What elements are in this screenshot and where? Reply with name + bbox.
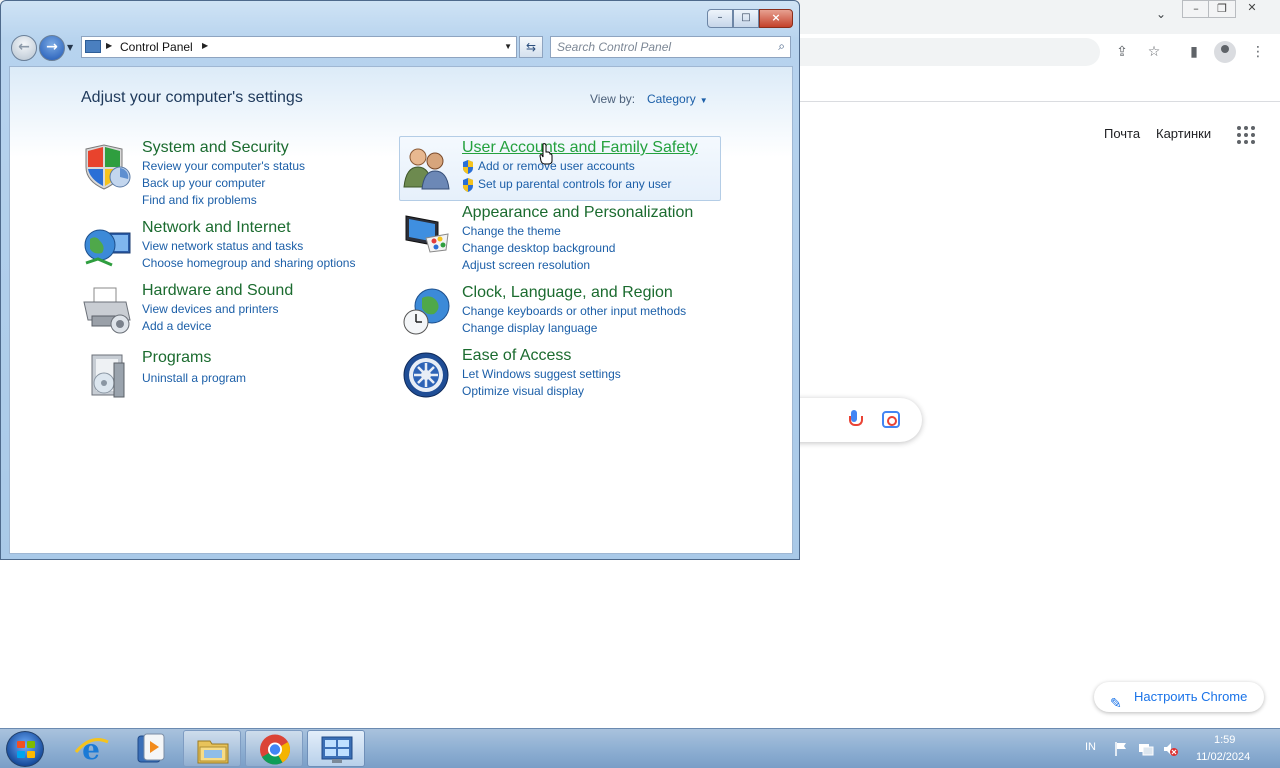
link-review-status[interactable]: Review your computer's status (142, 159, 305, 173)
refresh-button[interactable]: ⇆ (519, 36, 543, 58)
search-input[interactable]: Search Control Panel ⌕ (550, 36, 791, 58)
clock-time[interactable]: 1:59 (1214, 734, 1235, 746)
explorer-icon (197, 740, 229, 764)
link-devices-printers[interactable]: View devices and printers (142, 302, 279, 316)
chrome-icon (260, 734, 291, 765)
search-icon[interactable]: ⌕ (778, 39, 785, 54)
page-title: Adjust your computer's settings (81, 89, 303, 106)
bookmark-star-icon[interactable]: ☆ (1144, 42, 1164, 62)
users-icon (403, 148, 450, 190)
breadcrumb-separator-icon[interactable]: ▶ (202, 41, 208, 50)
share-icon[interactable]: ⇪ (1112, 42, 1132, 62)
maximize-button[interactable]: □ (733, 9, 759, 28)
chrome-menu-icon[interactable]: ⋮ (1248, 42, 1268, 62)
windows-logo-icon (17, 741, 35, 758)
chevron-down-icon: ▼ (699, 96, 708, 105)
link-network-status[interactable]: View network status and tasks (142, 239, 303, 253)
start-button[interactable] (6, 731, 44, 767)
volume-muted-icon[interactable] (1162, 741, 1178, 757)
forward-button[interactable]: → (39, 35, 65, 61)
link-desktop-background[interactable]: Change desktop background (462, 241, 615, 255)
media-player-icon (137, 733, 165, 763)
svg-text:e: e (82, 733, 100, 766)
hand-cursor-icon (539, 143, 553, 165)
search-placeholder: Search Control Panel (557, 40, 672, 54)
address-dropdown-icon[interactable]: ▼ (504, 42, 512, 51)
recent-pages-dropdown-icon[interactable]: ▼ (67, 43, 73, 52)
printer-icon (83, 287, 131, 334)
monitor-palette-icon (405, 215, 449, 253)
category-title[interactable]: Programs (142, 349, 211, 367)
category-title[interactable]: Ease of Access (462, 347, 571, 365)
link-windows-suggest[interactable]: Let Windows suggest settings (462, 367, 621, 381)
voice-search-icon[interactable] (848, 410, 863, 430)
chrome-restore-button[interactable]: ❐ (1208, 0, 1236, 18)
uac-shield-icon (463, 178, 473, 192)
breadcrumb-control-panel[interactable]: Control Panel (120, 40, 193, 54)
close-button[interactable]: × (759, 9, 793, 28)
side-panel-icon[interactable]: ▮ (1184, 42, 1204, 62)
customize-chrome-label: Настроить Chrome (1134, 689, 1248, 704)
profile-avatar[interactable] (1214, 41, 1236, 63)
ie-icon: e (74, 733, 109, 766)
caption-buttons: – □ × (707, 9, 793, 28)
gmail-link[interactable]: Почта (1104, 126, 1140, 141)
view-by-label: View by: (590, 92, 636, 106)
taskbar-explorer-button[interactable] (183, 730, 241, 767)
clock-globe-icon (403, 288, 450, 335)
address-bar[interactable]: ▶ Control Panel ▶ ▼ (81, 36, 517, 58)
view-by-value: Category (647, 92, 696, 106)
link-keyboards[interactable]: Change keyboards or other input methods (462, 304, 686, 318)
category-title[interactable]: Network and Internet (142, 219, 291, 237)
clock-date[interactable]: 11/02/2024 (1196, 751, 1250, 763)
chrome-close-button[interactable]: ✕ (1238, 0, 1266, 18)
pencil-icon: ✎ (1110, 695, 1122, 711)
shield-icon (85, 144, 131, 190)
action-center-flag-icon[interactable] (1113, 741, 1129, 757)
programs-icon (91, 354, 125, 398)
lens-camera-icon[interactable] (882, 411, 900, 428)
ease-of-access-icon (403, 352, 449, 398)
link-add-remove-accounts[interactable]: Add or remove user accounts (478, 159, 635, 173)
chrome-omnibox[interactable] (780, 38, 1100, 66)
link-homegroup[interactable]: Choose homegroup and sharing options (142, 256, 355, 270)
control-panel-icon (321, 736, 353, 763)
taskbar-media-player-button[interactable] (122, 730, 180, 767)
customize-chrome-button[interactable]: ✎ Настроить Chrome (1094, 682, 1264, 712)
control-panel-window: – □ × ← → ▼ ▶ Control Panel ▶ ▼ ⇆ Search… (0, 0, 800, 560)
network-icon[interactable] (1138, 741, 1154, 757)
link-add-device[interactable]: Add a device (142, 319, 211, 333)
content-pane: Adjust your computer's settings View by:… (9, 66, 793, 554)
link-display-language[interactable]: Change display language (462, 321, 597, 335)
taskbar-chrome-button[interactable] (245, 730, 303, 767)
back-button[interactable]: ← (11, 35, 37, 61)
uac-shield-icon (463, 160, 473, 174)
taskbar: e IN 1:59 11/02/2024 (0, 728, 1280, 768)
view-by-dropdown[interactable]: Category ▼ (647, 92, 708, 106)
link-backup[interactable]: Back up your computer (142, 176, 265, 190)
tab-search-icon[interactable]: ⌄ (1152, 7, 1170, 25)
link-screen-resolution[interactable]: Adjust screen resolution (462, 258, 590, 272)
control-panel-icon (85, 40, 101, 53)
category-title[interactable]: Appearance and Personalization (462, 204, 693, 222)
link-find-fix[interactable]: Find and fix problems (142, 193, 257, 207)
link-optimize-display[interactable]: Optimize visual display (462, 384, 584, 398)
chrome-minimize-button[interactable]: – (1182, 0, 1210, 18)
link-change-theme[interactable]: Change the theme (462, 224, 561, 238)
category-title[interactable]: User Accounts and Family Safety (462, 139, 698, 157)
link-parental-controls[interactable]: Set up parental controls for any user (478, 177, 671, 191)
globe-network-icon (84, 229, 131, 267)
minimize-button[interactable]: – (707, 9, 733, 28)
images-link[interactable]: Картинки (1156, 126, 1211, 141)
breadcrumb-separator-icon[interactable]: ▶ (106, 41, 112, 50)
category-title[interactable]: Clock, Language, and Region (462, 284, 673, 302)
taskbar-ie-button[interactable]: e (62, 730, 120, 767)
language-indicator[interactable]: IN (1085, 741, 1096, 753)
taskbar-control-panel-button[interactable] (307, 730, 365, 767)
link-uninstall-program[interactable]: Uninstall a program (142, 371, 246, 385)
category-title[interactable]: System and Security (142, 139, 289, 157)
google-apps-icon[interactable] (1237, 126, 1255, 144)
category-title[interactable]: Hardware and Sound (142, 282, 293, 300)
